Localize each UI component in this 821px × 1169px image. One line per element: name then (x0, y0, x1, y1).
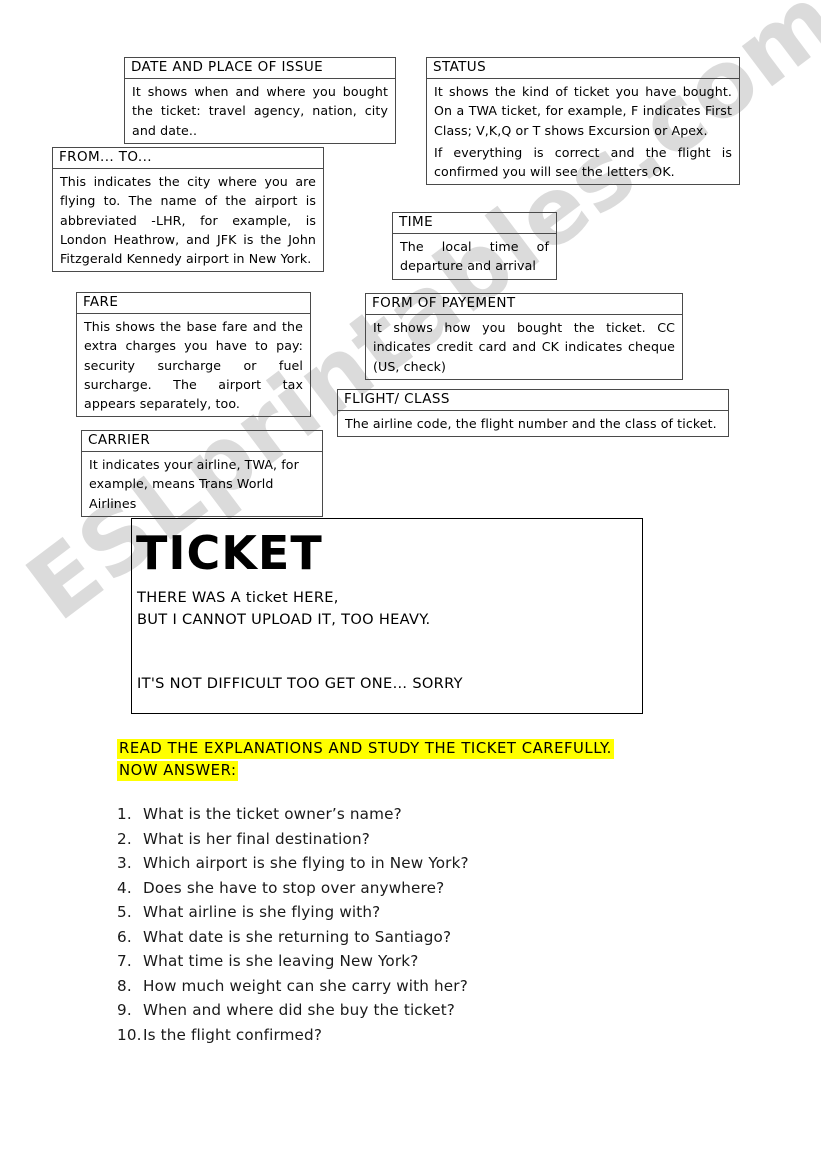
questions-list: 1. What is the ticket owner’s name? 2. W… (117, 802, 637, 1047)
question-item: 10. Is the flight confirmed? (117, 1023, 637, 1048)
ticket-note-line-2: BUT I CANNOT UPLOAD IT, TOO HEAVY. (137, 611, 431, 628)
explanation-box-from-to: FROM... TO... This indicates the city wh… (52, 147, 324, 273)
explanation-body-status: It shows the kind of ticket you have bou… (434, 84, 732, 138)
question-number: 9. (117, 1001, 132, 1019)
explanation-box-status: STATUS It shows the kind of ticket you h… (426, 57, 740, 186)
explanation-body-fare: This shows the base fare and the extra c… (84, 319, 303, 412)
question-item: 3. Which airport is she flying to in New… (117, 851, 637, 876)
question-number: 3. (117, 854, 132, 872)
ticket-heading: TICKET (136, 526, 323, 580)
explanation-title-fare: FARE (77, 293, 310, 314)
explanation-box-fare: FARE This shows the base fare and the ex… (76, 292, 311, 418)
question-item: 2. What is her final destination? (117, 827, 637, 852)
explanation-title-time: TIME (393, 213, 556, 234)
question-text: Which airport is she flying to in New Yo… (143, 854, 469, 872)
explanation-body-from-to: This indicates the city where you are fl… (60, 174, 316, 267)
explanation-box-date-and-place-of-issue: DATE AND PLACE OF ISSUE It shows when an… (124, 57, 396, 144)
question-number: 2. (117, 829, 132, 848)
explanation-title-carrier: CARRIER (82, 431, 322, 452)
question-number: 7. (117, 952, 132, 970)
question-number: 8. (117, 976, 132, 995)
question-text: What date is she returning to Santiago? (143, 927, 452, 946)
explanation-body-carrier: It indicates your airline, TWA, for exam… (89, 457, 299, 511)
instructions-line-2: NOW ANSWER: (117, 761, 239, 781)
question-item: 4. Does she have to stop over anywhere? (117, 876, 637, 901)
question-number: 1. (117, 805, 132, 823)
instructions-line-1-row: READ THE EXPLANATIONS AND STUDY THE TICK… (117, 739, 614, 759)
question-text: What time is she leaving New York? (143, 952, 419, 970)
explanation-box-time: TIME The local time of departure and arr… (392, 212, 557, 280)
question-number: 4. (117, 878, 132, 897)
worksheet-page: ESLprintables.com DATE AND PLACE OF ISSU… (0, 0, 821, 1169)
explanation-title-from-to: FROM... TO... (53, 148, 323, 169)
question-text: What is her final destination? (143, 829, 370, 848)
question-item: 1. What is the ticket owner’s name? (117, 802, 637, 827)
question-text: When and where did she buy the ticket? (143, 1001, 456, 1019)
explanation-body-time: The local time of departure and arrival (400, 239, 549, 274)
question-text: What airline is she flying with? (143, 903, 381, 921)
question-text: Is the flight confirmed? (143, 1025, 323, 1044)
question-item: 8. How much weight can she carry with he… (117, 974, 637, 999)
question-item: 5. What airline is she flying with? (117, 900, 637, 925)
ticket-note-line-3: IT'S NOT DIFFICULT TOO GET ONE… SORRY (137, 675, 463, 692)
instructions: READ THE EXPLANATIONS AND STUDY THE TICK… (117, 739, 614, 783)
instructions-line-1: READ THE EXPLANATIONS AND STUDY THE TICK… (117, 739, 614, 759)
explanation-title-form-of-payement: FORM OF PAYEMENT (366, 294, 682, 315)
question-number: 6. (117, 927, 132, 946)
question-text: How much weight can she carry with her? (143, 976, 468, 995)
question-item: 6. What date is she returning to Santiag… (117, 925, 637, 950)
question-number: 10. (117, 1025, 142, 1044)
explanation-box-flight-class: FLIGHT/ CLASS The airline code, the flig… (337, 389, 729, 438)
explanation-title-status: STATUS (427, 58, 739, 79)
question-item: 7. What time is she leaving New York? (117, 949, 637, 974)
explanation-body2-status: If everything is correct and the flight … (434, 144, 732, 180)
explanation-body-date-and-place-of-issue: It shows when and where you bought the t… (132, 84, 388, 138)
explanation-title-flight-class: FLIGHT/ CLASS (338, 390, 728, 411)
explanation-box-form-of-payement: FORM OF PAYEMENT It shows how you bought… (365, 293, 683, 380)
explanation-body-flight-class: The airline code, the flight number and … (345, 416, 717, 431)
question-text: Does she have to stop over anywhere? (143, 878, 445, 897)
question-number: 5. (117, 903, 132, 921)
question-item: 9. When and where did she buy the ticket… (117, 998, 637, 1023)
explanation-title-date-and-place-of-issue: DATE AND PLACE OF ISSUE (125, 58, 395, 79)
ticket-note-line-1: THERE WAS A ticket HERE, (137, 589, 339, 606)
instructions-line-2-row: NOW ANSWER: (117, 761, 614, 781)
question-text: What is the ticket owner’s name? (143, 805, 402, 823)
explanation-box-carrier: CARRIER It indicates your airline, TWA, … (81, 430, 323, 517)
explanation-body-form-of-payement: It shows how you bought the ticket. CC i… (373, 320, 675, 374)
